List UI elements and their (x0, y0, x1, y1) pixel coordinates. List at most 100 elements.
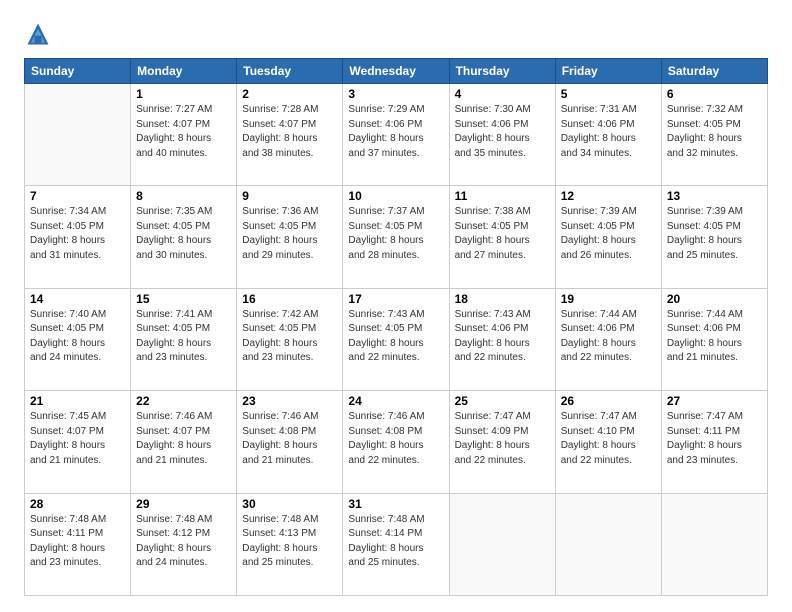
day-info: Sunrise: 7:30 AM Sunset: 4:06 PM Dayligh… (455, 103, 550, 161)
day-number: 19 (561, 292, 656, 306)
day-cell (661, 493, 767, 595)
day-cell: 25 Sunrise: 7:47 AM Sunset: 4:09 PM Dayli… (449, 391, 555, 493)
logo-icon (24, 20, 52, 48)
day-info: Sunrise: 7:43 AM Sunset: 4:06 PM Dayligh… (455, 308, 550, 366)
day-cell: 20 Sunrise: 7:44 AM Sunset: 4:06 PM Dayli… (661, 288, 767, 390)
day-number: 6 (667, 87, 762, 101)
day-cell: 16 Sunrise: 7:42 AM Sunset: 4:05 PM Dayli… (237, 288, 343, 390)
day-info: Sunrise: 7:35 AM Sunset: 4:05 PM Dayligh… (136, 205, 231, 263)
day-cell: 22 Sunrise: 7:46 AM Sunset: 4:07 PM Dayli… (131, 391, 237, 493)
day-info: Sunrise: 7:29 AM Sunset: 4:06 PM Dayligh… (348, 103, 443, 161)
weekday-friday: Friday (555, 59, 661, 84)
day-info: Sunrise: 7:38 AM Sunset: 4:05 PM Dayligh… (455, 205, 550, 263)
day-number: 11 (455, 189, 550, 203)
day-number: 24 (348, 394, 443, 408)
day-cell: 27Sunrise: 7:47 AM Sunset: 4:11 PM Dayli… (661, 391, 767, 493)
day-cell: 4 Sunrise: 7:30 AM Sunset: 4:06 PM Daylig… (449, 84, 555, 186)
day-number: 28 (30, 497, 125, 511)
day-number: 20 (667, 292, 762, 306)
weekday-thursday: Thursday (449, 59, 555, 84)
day-cell: 6 Sunrise: 7:32 AM Sunset: 4:05 PM Daylig… (661, 84, 767, 186)
day-number: 22 (136, 394, 231, 408)
day-info: Sunrise: 7:47 AM Sunset: 4:09 PM Dayligh… (455, 410, 550, 468)
day-info: Sunrise: 7:46 AM Sunset: 4:08 PM Dayligh… (348, 410, 443, 468)
weekday-tuesday: Tuesday (237, 59, 343, 84)
day-number: 3 (348, 87, 443, 101)
page: SundayMondayTuesdayWednesdayThursdayFrid… (0, 0, 792, 612)
day-number: 30 (242, 497, 337, 511)
week-row-5: 28Sunrise: 7:48 AM Sunset: 4:11 PM Dayli… (25, 493, 768, 595)
day-cell (25, 84, 131, 186)
day-info: Sunrise: 7:32 AM Sunset: 4:05 PM Dayligh… (667, 103, 762, 161)
day-cell: 24 Sunrise: 7:46 AM Sunset: 4:08 PM Dayli… (343, 391, 449, 493)
day-number: 25 (455, 394, 550, 408)
week-row-2: 7 Sunrise: 7:34 AM Sunset: 4:05 PM Daylig… (25, 186, 768, 288)
header (24, 20, 768, 48)
day-cell: 17Sunrise: 7:43 AM Sunset: 4:05 PM Dayli… (343, 288, 449, 390)
day-number: 23 (242, 394, 337, 408)
day-number: 13 (667, 189, 762, 203)
day-number: 31 (348, 497, 443, 511)
weekday-wednesday: Wednesday (343, 59, 449, 84)
day-cell: 14 Sunrise: 7:40 AM Sunset: 4:05 PM Dayli… (25, 288, 131, 390)
day-number: 9 (242, 189, 337, 203)
day-cell: 11 Sunrise: 7:38 AM Sunset: 4:05 PM Dayli… (449, 186, 555, 288)
day-info: Sunrise: 7:48 AM Sunset: 4:13 PM Dayligh… (242, 513, 337, 571)
weekday-monday: Monday (131, 59, 237, 84)
day-cell: 15 Sunrise: 7:41 AM Sunset: 4:05 PM Dayli… (131, 288, 237, 390)
day-cell: 10 Sunrise: 7:37 AM Sunset: 4:05 PM Dayli… (343, 186, 449, 288)
day-number: 14 (30, 292, 125, 306)
day-cell: 9 Sunrise: 7:36 AM Sunset: 4:05 PM Daylig… (237, 186, 343, 288)
day-number: 18 (455, 292, 550, 306)
day-number: 17 (348, 292, 443, 306)
day-cell (555, 493, 661, 595)
day-number: 4 (455, 87, 550, 101)
day-cell: 26Sunrise: 7:47 AM Sunset: 4:10 PM Dayli… (555, 391, 661, 493)
day-cell: 21 Sunrise: 7:45 AM Sunset: 4:07 PM Dayli… (25, 391, 131, 493)
day-number: 10 (348, 189, 443, 203)
day-info: Sunrise: 7:28 AM Sunset: 4:07 PM Dayligh… (242, 103, 337, 161)
day-info: Sunrise: 7:44 AM Sunset: 4:06 PM Dayligh… (667, 308, 762, 366)
day-cell: 2 Sunrise: 7:28 AM Sunset: 4:07 PM Daylig… (237, 84, 343, 186)
day-number: 8 (136, 189, 231, 203)
day-cell: 28Sunrise: 7:48 AM Sunset: 4:11 PM Dayli… (25, 493, 131, 595)
day-number: 21 (30, 394, 125, 408)
logo (24, 20, 56, 48)
day-cell: 30 Sunrise: 7:48 AM Sunset: 4:13 PM Dayli… (237, 493, 343, 595)
day-info: Sunrise: 7:46 AM Sunset: 4:07 PM Dayligh… (136, 410, 231, 468)
day-info: Sunrise: 7:42 AM Sunset: 4:05 PM Dayligh… (242, 308, 337, 366)
day-info: Sunrise: 7:34 AM Sunset: 4:05 PM Dayligh… (30, 205, 125, 263)
day-info: Sunrise: 7:41 AM Sunset: 4:05 PM Dayligh… (136, 308, 231, 366)
weekday-header-row: SundayMondayTuesdayWednesdayThursdayFrid… (25, 59, 768, 84)
day-number: 2 (242, 87, 337, 101)
day-info: Sunrise: 7:39 AM Sunset: 4:05 PM Dayligh… (667, 205, 762, 263)
day-info: Sunrise: 7:45 AM Sunset: 4:07 PM Dayligh… (30, 410, 125, 468)
day-info: Sunrise: 7:36 AM Sunset: 4:05 PM Dayligh… (242, 205, 337, 263)
day-number: 16 (242, 292, 337, 306)
day-cell: 3 Sunrise: 7:29 AM Sunset: 4:06 PM Daylig… (343, 84, 449, 186)
day-info: Sunrise: 7:44 AM Sunset: 4:06 PM Dayligh… (561, 308, 656, 366)
day-number: 1 (136, 87, 231, 101)
day-cell: 29Sunrise: 7:48 AM Sunset: 4:12 PM Dayli… (131, 493, 237, 595)
day-info: Sunrise: 7:37 AM Sunset: 4:05 PM Dayligh… (348, 205, 443, 263)
day-cell: 5 Sunrise: 7:31 AM Sunset: 4:06 PM Daylig… (555, 84, 661, 186)
day-cell: 19 Sunrise: 7:44 AM Sunset: 4:06 PM Dayli… (555, 288, 661, 390)
day-info: Sunrise: 7:46 AM Sunset: 4:08 PM Dayligh… (242, 410, 337, 468)
day-number: 27 (667, 394, 762, 408)
day-number: 29 (136, 497, 231, 511)
week-row-3: 14 Sunrise: 7:40 AM Sunset: 4:05 PM Dayli… (25, 288, 768, 390)
calendar: SundayMondayTuesdayWednesdayThursdayFrid… (24, 58, 768, 596)
day-number: 7 (30, 189, 125, 203)
day-cell: 13 Sunrise: 7:39 AM Sunset: 4:05 PM Dayli… (661, 186, 767, 288)
day-cell: 12 Sunrise: 7:39 AM Sunset: 4:05 PM Dayli… (555, 186, 661, 288)
week-row-1: 1Sunrise: 7:27 AM Sunset: 4:07 PM Daylig… (25, 84, 768, 186)
day-cell (449, 493, 555, 595)
day-info: Sunrise: 7:31 AM Sunset: 4:06 PM Dayligh… (561, 103, 656, 161)
day-cell: 31Sunrise: 7:48 AM Sunset: 4:14 PM Dayli… (343, 493, 449, 595)
day-number: 15 (136, 292, 231, 306)
week-row-4: 21 Sunrise: 7:45 AM Sunset: 4:07 PM Dayli… (25, 391, 768, 493)
day-number: 12 (561, 189, 656, 203)
day-info: Sunrise: 7:39 AM Sunset: 4:05 PM Dayligh… (561, 205, 656, 263)
day-number: 5 (561, 87, 656, 101)
day-info: Sunrise: 7:40 AM Sunset: 4:05 PM Dayligh… (30, 308, 125, 366)
